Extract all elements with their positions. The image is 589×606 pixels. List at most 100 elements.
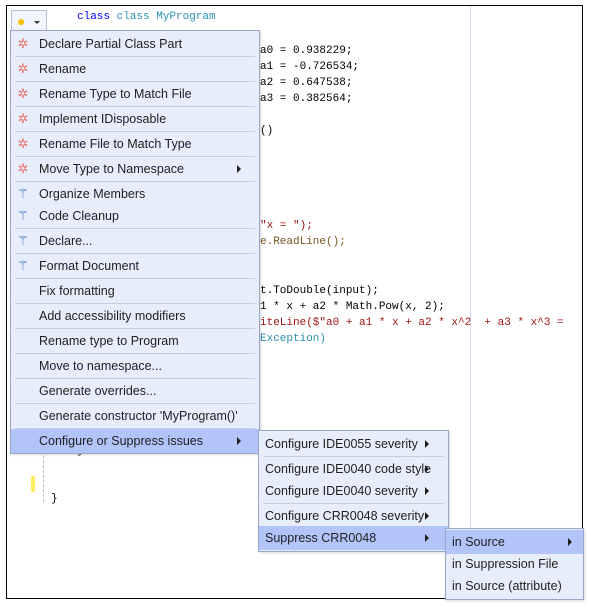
gear-icon: ✲ (17, 136, 29, 151)
submenu-arrow-icon (425, 534, 429, 542)
code-line: () (260, 125, 274, 137)
magic-wand-icon: ⚚ (17, 186, 29, 201)
magic-wand-icon: ⚚ (17, 258, 29, 273)
menu-separator (15, 106, 255, 107)
menu-item-label: Suppress CRR0048 (265, 531, 377, 545)
menu-item-implement-idisposable[interactable]: ✲ Implement IDisposable (11, 107, 259, 131)
menu-item-rename-type-to-match-file[interactable]: ✲ Rename Type to Match File (11, 82, 259, 106)
menu-separator (15, 81, 255, 82)
menu-separator (15, 328, 255, 329)
submenu-arrow-icon (425, 465, 429, 473)
code-line: t.ToDouble(input); (260, 285, 379, 297)
menu-separator (15, 378, 255, 379)
code-line: } (51, 493, 58, 505)
submenu-arrow-icon (425, 512, 429, 520)
menu-item-rename-file-to-match-type[interactable]: ✲ Rename File to Match Type (11, 132, 259, 156)
menu-item-label: Configure IDE0040 severity (265, 484, 418, 498)
menu-separator (263, 456, 444, 457)
menu-separator (15, 228, 255, 229)
menu-item-label: Generate constructor 'MyProgram()' (39, 409, 238, 423)
menu-item-organize-members[interactable]: ⚚ Organize Members (11, 182, 259, 206)
menu-separator (15, 131, 255, 132)
menu-item-label: Configure IDE0055 severity (265, 437, 418, 451)
menu-item-label: Fix formatting (39, 284, 115, 298)
menu-item-configure-ide0040-code-style[interactable]: Configure IDE0040 code style (259, 457, 448, 481)
submenu-arrow-icon (237, 165, 241, 173)
gear-icon: ✲ (17, 86, 29, 101)
code-line: a1 = -0.726534; (260, 61, 360, 73)
menu-item-declare[interactable]: ⚚ Declare... (11, 229, 259, 253)
quick-actions-menu: ✲ Declare Partial Class Part ✲ Rename ✲ Renam… (10, 30, 260, 454)
menu-item-label: in Source (452, 535, 505, 549)
menu-item-generate-constructor-myprogram[interactable]: Generate constructor 'MyProgram()' (11, 404, 259, 428)
menu-item-label: Declare Partial Class Part (39, 37, 183, 51)
menu-separator (15, 56, 255, 57)
menu-item-add-accessibility-modifiers[interactable]: Add accessibility modifiers (11, 304, 259, 328)
menu-item-suppress-crr0048[interactable]: Suppress CRR0048 (259, 526, 448, 550)
magic-wand-icon: ⚚ (17, 233, 29, 248)
submenu-arrow-icon (237, 437, 241, 445)
code-line: class class MyProgram (77, 11, 216, 23)
menu-item-rename-type-to-program[interactable]: Rename type to Program (11, 329, 259, 353)
change-marker (31, 476, 35, 492)
code-line: a2 = 0.647538; (260, 77, 353, 89)
menu-item-label: Generate overrides... (39, 384, 157, 398)
menu-item-configure-or-suppress-issues[interactable]: Configure or Suppress issues (11, 429, 259, 453)
menu-item-move-to-namespace[interactable]: Move to namespace... (11, 354, 259, 378)
code-line: a0 = 0.938229; (260, 45, 353, 57)
code-line: e.ReadLine(); (260, 236, 346, 248)
chevron-down-icon (34, 21, 40, 24)
menu-item-label: Configure or Suppress issues (39, 434, 203, 448)
menu-item-code-cleanup[interactable]: ⚚ Code Cleanup (11, 204, 259, 228)
suppress-submenu: in Source in Suppression File in Source (a… (445, 528, 584, 600)
menu-item-label: Move to namespace... (39, 359, 162, 373)
code-line: Exception) (260, 333, 327, 345)
indent-guide (470, 6, 471, 598)
menu-item-configure-crr0048-severity[interactable]: Configure CRR0048 severity (259, 504, 448, 528)
code-line: a3 = 0.382564; (260, 93, 353, 105)
menu-separator (15, 303, 255, 304)
gear-icon: ✲ (17, 111, 29, 126)
menu-item-label: Organize Members (39, 187, 146, 201)
menu-item-label: Declare... (39, 234, 93, 248)
menu-separator (15, 353, 255, 354)
menu-item-configure-ide0040-severity[interactable]: Configure IDE0040 severity (259, 479, 448, 503)
gear-icon: ✲ (17, 161, 29, 176)
menu-item-in-source-attribute[interactable]: in Source (attribute) (446, 574, 583, 598)
menu-item-label: in Source (attribute) (452, 579, 562, 593)
menu-item-configure-ide0055-severity[interactable]: Configure IDE0055 severity (259, 432, 448, 456)
code-line: iteLine($"a0 + a1 * x + a2 * x^2 + a3 * … (260, 317, 564, 329)
configure-submenu: Configure IDE0055 severity Configure IDE0… (258, 430, 449, 552)
menu-item-label: Move Type to Namespace (39, 162, 184, 176)
menu-item-label: Add accessibility modifiers (39, 309, 186, 323)
menu-item-format-document[interactable]: ⚚ Format Document (11, 254, 259, 278)
submenu-arrow-icon (425, 440, 429, 448)
menu-item-label: in Suppression File (452, 557, 559, 571)
menu-item-label: Rename File to Match Type (39, 137, 192, 151)
menu-item-move-type-to-namespace[interactable]: ✲ Move Type to Namespace (11, 157, 259, 181)
menu-item-in-suppression-file[interactable]: in Suppression File (446, 552, 583, 576)
lightbulb-icon: ● (17, 13, 26, 29)
menu-separator (263, 503, 444, 504)
menu-item-label: Code Cleanup (39, 209, 119, 223)
menu-item-label: Implement IDisposable (39, 112, 167, 126)
gear-icon: ✲ (17, 61, 29, 76)
menu-item-label: Rename Type to Match File (39, 87, 192, 101)
menu-item-label: Rename (39, 62, 87, 76)
menu-item-label: Rename type to Program (39, 334, 179, 348)
submenu-arrow-icon (568, 538, 572, 546)
code-line: 1 * x + a2 * Math.Pow(x, 2); (260, 301, 445, 313)
menu-item-fix-formatting[interactable]: Fix formatting (11, 279, 259, 303)
menu-item-label: Configure CRR0048 severity (265, 509, 425, 523)
menu-item-rename[interactable]: ✲ Rename (11, 57, 259, 81)
menu-separator (15, 253, 255, 254)
menu-item-generate-overrides[interactable]: Generate overrides... (11, 379, 259, 403)
menu-separator (15, 403, 255, 404)
menu-item-declare-partial-class-part[interactable]: ✲ Declare Partial Class Part (11, 32, 259, 56)
magic-wand-icon: ⚚ (17, 208, 29, 223)
code-line: "x = "); (260, 220, 313, 232)
menu-separator (15, 156, 255, 157)
outline-guide (43, 446, 44, 502)
menu-separator (15, 181, 255, 182)
menu-item-in-source[interactable]: in Source (446, 530, 583, 554)
